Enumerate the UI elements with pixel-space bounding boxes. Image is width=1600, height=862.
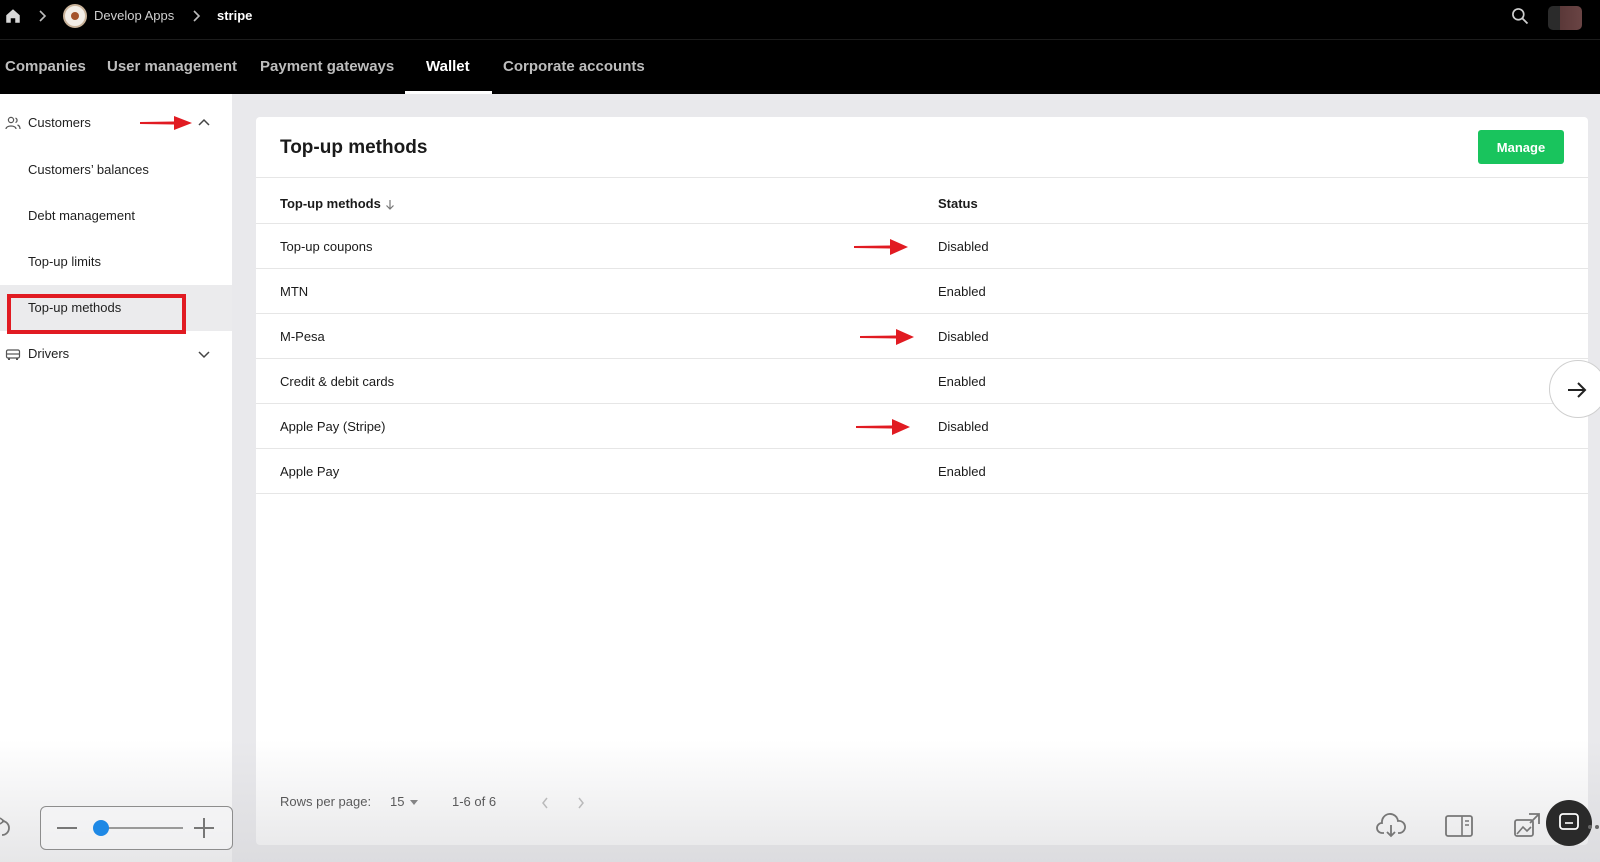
zoom-control — [40, 806, 233, 850]
cloud-download-icon[interactable] — [1376, 811, 1406, 841]
sidebar: Customers Customers’ balances Debt manag… — [0, 94, 232, 862]
table-row[interactable]: M-Pesa Disabled — [256, 314, 1588, 359]
refresh-icon[interactable] — [0, 812, 16, 842]
column-header-method[interactable]: Top-up methods — [280, 196, 395, 211]
sidebar-item-label: Debt management — [28, 208, 135, 223]
table-row[interactable]: MTN Enabled — [256, 269, 1588, 314]
sidebar-item-top-up-limits[interactable]: Top-up limits — [0, 239, 232, 285]
sidebar-item-debt-management[interactable]: Debt management — [0, 193, 232, 239]
method-cell: Top-up coupons — [280, 239, 373, 254]
tab-wallet[interactable]: Wallet — [426, 40, 470, 94]
status-cell: Enabled — [938, 464, 986, 479]
chevron-right-icon — [39, 10, 47, 22]
zoom-slider-handle[interactable] — [93, 820, 109, 836]
zoom-slider-track[interactable] — [99, 827, 183, 829]
more-icon[interactable] — [1587, 824, 1600, 830]
table-row[interactable]: Apple Pay Enabled — [256, 449, 1588, 494]
next-slide-button[interactable] — [1549, 360, 1600, 418]
sidebar-group-customers[interactable]: Customers — [0, 100, 232, 146]
top-up-methods-card: Top-up methods Manage Top-up methods Sta… — [256, 117, 1588, 845]
rows-per-page-label: Rows per page: — [280, 794, 372, 809]
sidebar-item-label: Top-up limits — [28, 254, 101, 269]
arrow-right-icon — [1568, 382, 1587, 398]
chevron-right-icon — [193, 10, 201, 22]
rows-per-page-select[interactable]: 15 — [390, 794, 419, 809]
table-row[interactable]: Apple Pay (Stripe) Disabled — [256, 404, 1588, 449]
annotation-arrow — [856, 419, 910, 435]
zoom-out-icon[interactable] — [57, 827, 77, 829]
annotation-highlight-box — [7, 294, 186, 334]
manage-button[interactable]: Manage — [1478, 130, 1564, 164]
page-title: Top-up methods — [280, 137, 428, 158]
chevron-up-icon[interactable] — [198, 117, 210, 129]
rows-per-page-value: 15 — [390, 794, 405, 809]
annotation-arrow — [860, 329, 914, 345]
search-icon[interactable] — [1510, 6, 1530, 26]
tab-user-management[interactable]: User management — [107, 40, 237, 94]
prev-page-icon[interactable] — [540, 796, 550, 810]
pagination-range: 1-6 of 6 — [452, 794, 497, 809]
avatar[interactable] — [1548, 6, 1582, 30]
annotation-arrow — [854, 239, 908, 255]
method-cell: MTN — [280, 284, 309, 299]
sort-down-icon — [385, 199, 394, 210]
app-logo — [63, 4, 87, 28]
sidebar-item-label: Customers’ balances — [28, 162, 149, 177]
tab-payment-gateways[interactable]: Payment gateways — [260, 40, 394, 94]
status-cell: Disabled — [938, 419, 989, 434]
car-icon — [5, 349, 21, 360]
table-row[interactable]: Credit & debit cards Enabled — [256, 359, 1588, 404]
home-icon[interactable] — [4, 7, 22, 25]
status-cell: Disabled — [938, 329, 989, 344]
divider — [256, 177, 1588, 178]
tab-companies[interactable]: Companies — [5, 40, 86, 94]
tab-bar: Companies User management Payment gatewa… — [0, 40, 1600, 94]
status-cell: Disabled — [938, 239, 989, 254]
column-header-label: Top-up methods — [280, 196, 381, 211]
sidebar-group-label: Drivers — [28, 346, 70, 361]
users-icon — [5, 116, 21, 130]
sidebar-group-drivers[interactable]: Drivers — [0, 331, 232, 377]
sidebar-item-customers-balances[interactable]: Customers’ balances — [0, 147, 232, 193]
breadcrumb-app[interactable]: Develop Apps — [94, 0, 174, 32]
top-bar: Develop Apps stripe — [0, 0, 1600, 40]
next-page-icon[interactable] — [576, 796, 586, 810]
sidebar-group-label: Customers — [28, 115, 91, 130]
column-header-status[interactable]: Status — [938, 196, 978, 211]
annotation-arrow — [140, 116, 192, 130]
method-cell: Apple Pay (Stripe) — [280, 419, 386, 434]
chat-button[interactable] — [1546, 800, 1592, 846]
image-export-icon[interactable] — [1512, 811, 1542, 841]
chat-icon — [1559, 813, 1579, 830]
active-tab-indicator — [405, 91, 492, 94]
chevron-down-icon[interactable] — [198, 348, 210, 360]
table-row[interactable]: Top-up coupons Disabled — [256, 224, 1588, 269]
sidebar-panel-icon[interactable] — [1444, 811, 1474, 841]
status-cell: Enabled — [938, 284, 986, 299]
method-cell: Apple Pay — [280, 464, 340, 479]
tab-corporate-accounts[interactable]: Corporate accounts — [503, 40, 645, 94]
zoom-in-icon[interactable] — [194, 818, 214, 838]
caret-down-icon — [410, 799, 419, 805]
method-cell: Credit & debit cards — [280, 374, 395, 389]
breadcrumb-current: stripe — [217, 8, 253, 23]
method-cell: M-Pesa — [280, 329, 325, 344]
status-cell: Enabled — [938, 374, 986, 389]
